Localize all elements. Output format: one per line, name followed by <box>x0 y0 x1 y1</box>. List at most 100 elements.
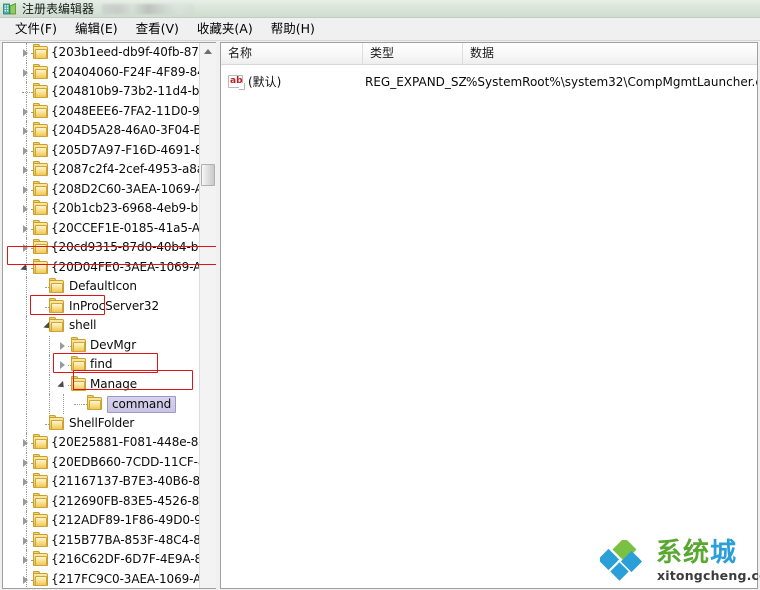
tree-item-20d04fe0-3aea-1069-a2d8[interactable]: {20D04FE0-3AEA-1069-A2D8 <box>3 257 199 277</box>
expand-arrow-icon[interactable] <box>58 360 68 370</box>
expand-arrow-icon[interactable] <box>21 107 31 117</box>
expand-arrow-icon[interactable] <box>58 341 68 351</box>
folder-icon <box>33 161 48 176</box>
tree-item-208d2c60-3aea-1069-a2d7[interactable]: {208D2C60-3AEA-1069-A2D7 <box>3 179 199 199</box>
expand-arrow-icon[interactable] <box>21 555 31 565</box>
tree-item-label: shell <box>69 318 97 333</box>
tree-item-label: {217FC9C0-3AEA-1069-A2DB <box>51 571 199 586</box>
tree-item-label: {20CCEF1E-0185-41a5-A933- <box>51 220 199 235</box>
tree-item-216c62df-6d7f-4e9a-8571[interactable]: {216C62DF-6D7F-4E9A-8571 <box>3 550 199 570</box>
table-row[interactable]: ab (默认) REG_EXPAND_SZ %SystemRoot%\syste… <box>221 72 757 92</box>
expand-arrow-icon[interactable] <box>21 243 31 253</box>
scroll-up-arrow[interactable] <box>200 43 216 58</box>
tree-item-label: InProcServer32 <box>69 298 160 313</box>
expand-arrow-icon[interactable] <box>21 68 31 78</box>
tree-item-20404060-f24f-4f89-84c6[interactable]: {20404060-F24F-4F89-84C6- <box>3 62 199 82</box>
tree-guide-line <box>49 335 50 355</box>
collapse-arrow-icon[interactable] <box>58 380 68 390</box>
expand-arrow-icon[interactable] <box>21 146 31 156</box>
expand-arrow-icon[interactable] <box>21 126 31 136</box>
watermark-brand-part-a: 系统 <box>656 538 711 568</box>
scroll-thumb[interactable] <box>201 164 215 186</box>
expand-arrow-icon[interactable] <box>21 224 31 234</box>
expand-arrow-icon[interactable] <box>21 536 31 546</box>
value-list-pane: 名称 类型 数据 ab (默认) REG_EXPAND_SZ %SystemRo… <box>220 42 758 589</box>
tree-item-label: {216C62DF-6D7F-4E9A-8571 <box>51 552 199 567</box>
column-header-type[interactable]: 类型 <box>363 43 463 64</box>
tree-item-label: DefaultIcon <box>69 279 137 294</box>
registry-tree-pane: {203b1eed-db9f-40fb-87bd- {20404060-F24F-… <box>2 42 216 589</box>
tree-guide-line <box>26 374 27 394</box>
folder-icon <box>33 102 48 118</box>
folder-icon <box>33 200 48 215</box>
registry-tree[interactable]: {203b1eed-db9f-40fb-87bd- {20404060-F24F-… <box>3 43 199 588</box>
registry-editor-icon <box>3 2 17 16</box>
tree-item-devmgr[interactable]: DevMgr <box>3 335 199 355</box>
expand-arrow-icon[interactable] <box>21 204 31 214</box>
menu-view[interactable]: 查看(V) <box>127 19 188 39</box>
folder-icon <box>49 317 64 332</box>
folder-icon <box>33 512 48 527</box>
tree-item-defaulticon[interactable]: DefaultIcon <box>3 277 199 297</box>
menu-edit[interactable]: 编辑(E) <box>66 19 127 39</box>
tree-item-203b1eed-db9f-40fb-87bd[interactable]: {203b1eed-db9f-40fb-87bd- <box>3 43 199 63</box>
expand-arrow-icon[interactable] <box>21 165 31 175</box>
tree-item-label: {20D04FE0-3AEA-1069-A2D8 <box>51 259 199 274</box>
tree-guide-line <box>26 316 27 336</box>
tree-item-217fc9c0-3aea-1069-a2db[interactable]: {217FC9C0-3AEA-1069-A2DB <box>3 569 199 588</box>
title-bar: 注册表编辑器 <box>0 0 760 18</box>
tree-item-2087c2f4-2cef-4953-a8ab-6[interactable]: {2087c2f4-2cef-4953-a8ab-6 <box>3 160 199 180</box>
column-header-name[interactable]: 名称 <box>221 43 363 64</box>
column-header-data[interactable]: 数据 <box>463 43 757 64</box>
registry-editor-window: 注册表编辑器 文件(F) 编辑(E) 查看(V) 收藏夹(A) 帮助(H) {2… <box>0 0 760 590</box>
expand-arrow-icon[interactable] <box>21 48 31 58</box>
tree-item-205d7a97-f16d-4691-86ef[interactable]: {205D7A97-F16D-4691-86EF- <box>3 140 199 160</box>
menu-file[interactable]: 文件(F) <box>6 19 66 39</box>
value-list-header: 名称 类型 数据 <box>221 43 757 65</box>
expand-arrow-icon[interactable] <box>21 477 31 487</box>
tree-item-20edb660-7cdd-11cf-8da[interactable]: {20EDB660-7CDD-11CF-8DA <box>3 452 199 472</box>
string-value-icon: ab <box>228 75 245 90</box>
menu-favorites[interactable]: 收藏夹(A) <box>188 19 262 39</box>
expand-arrow-icon[interactable] <box>21 575 31 585</box>
tree-item-command[interactable]: command <box>3 394 199 414</box>
tree-guide-line <box>26 413 27 433</box>
menu-help[interactable]: 帮助(H) <box>262 19 324 39</box>
value-type-cell: REG_EXPAND_SZ <box>365 75 467 89</box>
tree-guide-line <box>49 394 50 414</box>
tree-item-20e25881-f081-448e-85c9[interactable]: {20E25881-F081-448e-85C9- <box>3 433 199 453</box>
expand-arrow-icon[interactable] <box>21 458 31 468</box>
tree-item-20b1cb23-6968-4eb9-b7d4[interactable]: {20b1cb23-6968-4eb9-b7d4- <box>3 199 199 219</box>
tree-item-inprocserver32[interactable]: InProcServer32 <box>3 296 199 316</box>
folder-icon <box>33 219 48 235</box>
tree-item-label: command <box>107 396 177 413</box>
collapse-arrow-icon[interactable] <box>21 263 31 273</box>
window-title: 注册表编辑器 <box>22 1 95 16</box>
tree-item-2048eee6-7fa2-11d0-9e6a[interactable]: {2048EEE6-7FA2-11D0-9E6A- <box>3 101 199 121</box>
tree-item-204d5a28-46a0-3f04-bd7c[interactable]: {204D5A28-46A0-3F04-BD7C <box>3 121 199 141</box>
tree-item-label: {20EDB660-7CDD-11CF-8DA <box>51 454 199 469</box>
folder-icon <box>33 473 48 488</box>
expand-arrow-icon[interactable] <box>21 438 31 448</box>
tree-item-label: {204810b9-73b2-11d4-bf42- <box>51 84 199 99</box>
tree-vertical-scrollbar[interactable] <box>199 43 216 588</box>
expand-arrow-icon[interactable] <box>21 497 31 507</box>
tree-item-212690fb-83e5-4526-8fd7[interactable]: {212690FB-83E5-4526-8FD7- <box>3 491 199 511</box>
tree-item-shell[interactable]: shell <box>3 316 199 336</box>
expand-arrow-icon[interactable] <box>21 185 31 195</box>
tree-item-215b77ba-853f-48c4-8dc4[interactable]: {215B77BA-853F-48C4-8DC4 <box>3 530 199 550</box>
tree-item-21167137-b7e3-40b6-8863[interactable]: {21167137-B7E3-40B6-8863- <box>3 472 199 492</box>
tree-item-20ccef1e-0185-41a5-a933[interactable]: {20CCEF1E-0185-41a5-A933- <box>3 218 199 238</box>
tree-item-label: {212ADF89-1F86-49D0-914A <box>51 513 199 528</box>
folder-icon <box>33 551 48 566</box>
expand-arrow-icon[interactable] <box>21 516 31 526</box>
tree-item-212adf89-1f86-49d0-914a[interactable]: {212ADF89-1F86-49D0-914A <box>3 511 199 531</box>
folder-icon <box>49 278 64 293</box>
folder-icon <box>71 336 86 352</box>
tree-item-find[interactable]: find <box>3 355 199 375</box>
tree-item-204810b9-73b2-11d4-bf42[interactable]: {204810b9-73b2-11d4-bf42- <box>3 82 199 102</box>
tree-item-manage[interactable]: Manage <box>3 374 199 394</box>
watermark-url: xitongcheng.com <box>657 568 760 583</box>
tree-item-shellfolder[interactable]: ShellFolder <box>3 413 199 433</box>
tree-item-20cd9315-87d0-40b4-b925[interactable]: {20cd9315-87d0-40b4-b925- <box>3 238 199 258</box>
